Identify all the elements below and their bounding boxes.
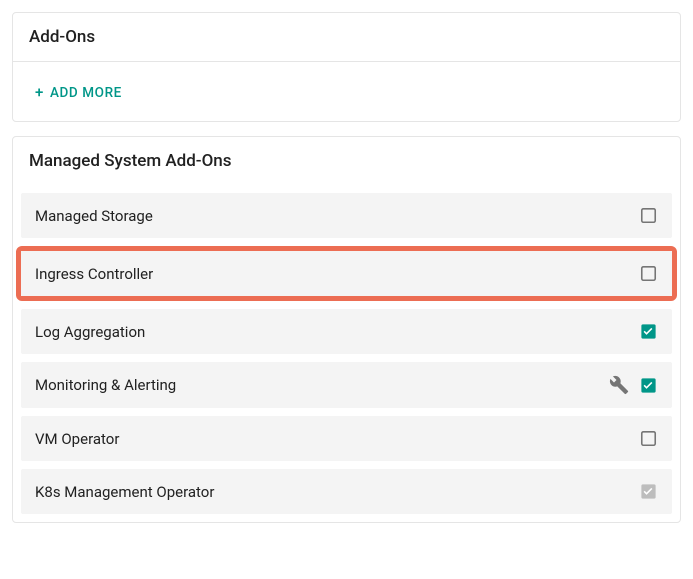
add-more-label: ADD MORE bbox=[50, 85, 122, 101]
checkbox[interactable] bbox=[639, 429, 658, 448]
list-item-label: Log Aggregation bbox=[35, 323, 639, 341]
list-item-label: K8s Management Operator bbox=[35, 483, 639, 501]
checkbox[interactable] bbox=[639, 376, 658, 395]
managed-addons-list: Managed Storage Ingress Controller Log Agg… bbox=[13, 185, 680, 522]
list-item: Managed Storage bbox=[21, 193, 672, 238]
addons-card: Add-Ons + ADD MORE bbox=[12, 12, 681, 122]
highlight-box: Ingress Controller bbox=[16, 246, 677, 301]
wrench-icon[interactable] bbox=[609, 375, 629, 395]
checkbox[interactable] bbox=[639, 322, 658, 341]
list-item-actions bbox=[639, 429, 658, 448]
list-item-actions bbox=[639, 206, 658, 225]
list-item-actions bbox=[639, 322, 658, 341]
managed-addons-card: Managed System Add-Ons Managed Storage In… bbox=[12, 136, 681, 523]
checkbox bbox=[639, 482, 658, 501]
plus-icon: + bbox=[35, 85, 44, 100]
list-item: Monitoring & Alerting bbox=[21, 362, 672, 408]
list-item: Log Aggregation bbox=[21, 309, 672, 354]
list-item-label: Managed Storage bbox=[35, 207, 639, 225]
checkbox[interactable] bbox=[639, 264, 658, 283]
list-item-label: Ingress Controller bbox=[35, 265, 639, 283]
list-item-label: VM Operator bbox=[35, 430, 639, 448]
addons-card-title: Add-Ons bbox=[13, 13, 680, 62]
list-item-actions bbox=[609, 375, 658, 395]
add-more-button[interactable]: + ADD MORE bbox=[35, 85, 122, 101]
list-item-actions bbox=[639, 482, 658, 501]
list-item: Ingress Controller bbox=[21, 251, 672, 296]
list-item-actions bbox=[639, 264, 658, 283]
addons-card-body: + ADD MORE bbox=[13, 62, 680, 121]
list-item: VM Operator bbox=[21, 416, 672, 461]
list-item: K8s Management Operator bbox=[21, 469, 672, 514]
managed-addons-title: Managed System Add-Ons bbox=[13, 137, 680, 185]
checkbox[interactable] bbox=[639, 206, 658, 225]
list-item-label: Monitoring & Alerting bbox=[35, 376, 609, 394]
